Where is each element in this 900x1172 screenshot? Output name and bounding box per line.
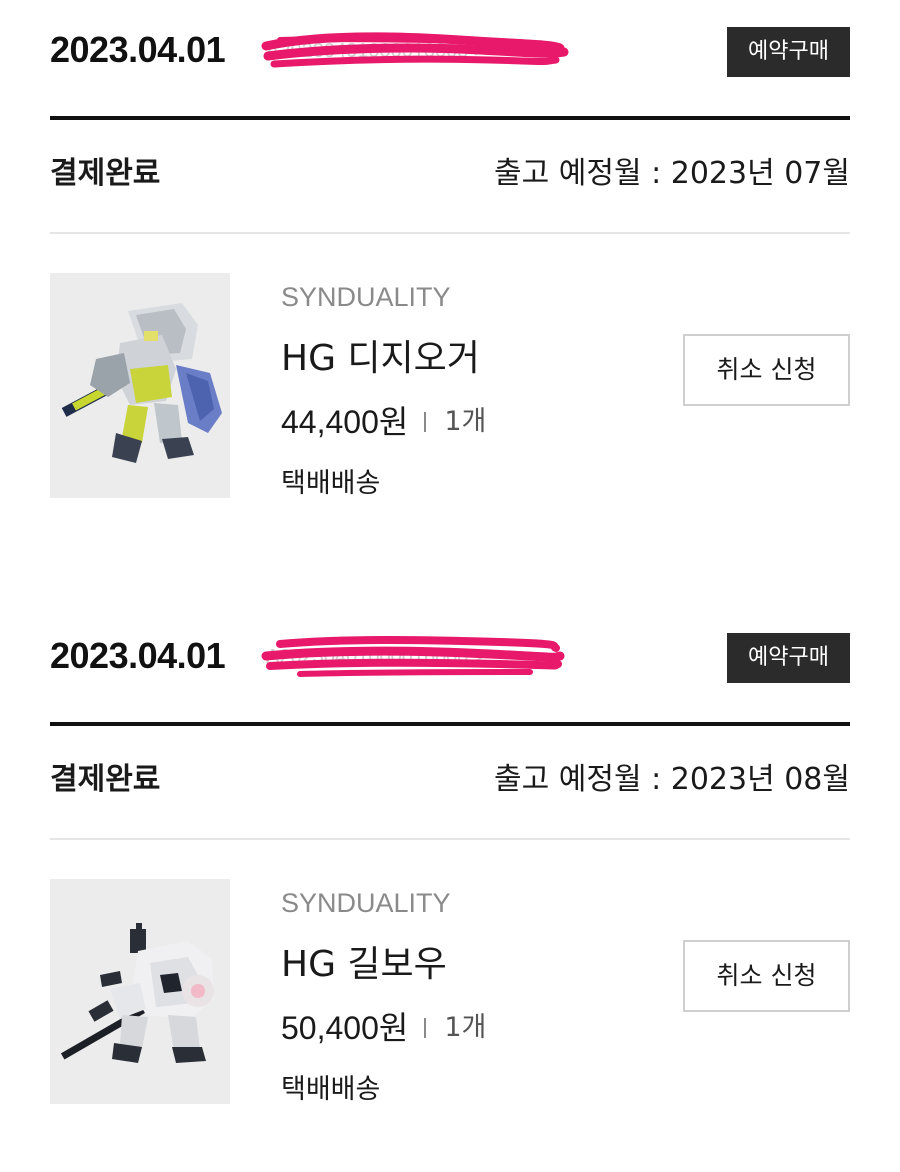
order-card: 2023.04.01 A20230401000016000 > 예약구매 결제완… [50,606,850,1116]
price-row: 50,400원 1개 [281,1008,486,1048]
product-brand: SYNDUALITY [281,888,451,918]
delivery-method: 택배배송 [281,468,381,499]
product-price: 44,400원 [281,404,409,440]
status-row: 결제완료 출고 예정월 : 2023년 07월 [50,120,850,234]
product-brand: SYNDUALITY [281,282,451,312]
order-date: 2023.04.01 [50,29,226,70]
order-header: 2023.04.01 A20230401000010005 > 예약구매 [50,0,850,77]
separator [424,412,427,432]
order-card: 2023.04.01 A20230401000010005 > 예약구매 결제완… [50,0,850,510]
payment-status: 결제완료 [50,156,161,191]
ship-month: 출고 예정월 : 2023년 07월 [494,156,850,191]
price-row: 44,400원 1개 [281,402,486,442]
status-row: 결제완료 출고 예정월 : 2023년 08월 [50,726,850,840]
product-item: SYNDUALITY HG 디지오거 44,400원 1개 택배배송 취소 신청 [50,273,850,508]
redaction-scribble [261,636,565,677]
cancel-request-button[interactable]: 취소 신청 [683,334,850,406]
product-quantity: 1개 [444,406,487,437]
robot-model-white-icon [60,923,214,1063]
product-price: 50,400원 [281,1010,409,1046]
cancel-request-button[interactable]: 취소 신청 [683,940,850,1012]
preorder-badge: 예약구매 [727,633,850,683]
robot-model-yellow-icon [61,303,222,463]
redaction-scribble [261,32,569,68]
product-item: SYNDUALITY HG 길보우 50,400원 1개 택배배송 취소 신청 [50,879,850,1114]
separator [424,1018,427,1038]
product-name[interactable]: HG 길보우 [281,943,447,987]
product-thumbnail[interactable] [50,879,230,1104]
preorder-badge: 예약구매 [727,27,850,77]
order-header: 2023.04.01 A20230401000016000 > 예약구매 [50,606,850,683]
product-name[interactable]: HG 디지오거 [281,337,480,381]
payment-status: 결제완료 [50,762,161,797]
delivery-method: 택배배송 [281,1074,381,1105]
product-quantity: 1개 [444,1012,487,1043]
order-date: 2023.04.01 [50,635,226,676]
product-thumbnail[interactable] [50,273,230,498]
ship-month: 출고 예정월 : 2023년 08월 [494,762,850,797]
